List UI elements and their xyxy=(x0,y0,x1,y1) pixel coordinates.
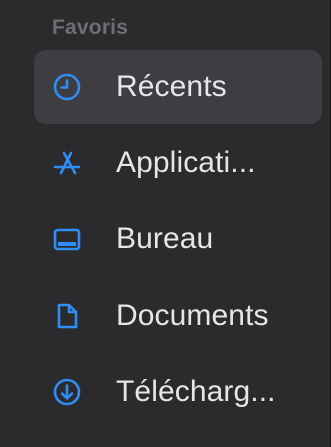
desktop-icon xyxy=(52,224,82,254)
finder-sidebar: Favoris Récents Applicati... Bureau Docu… xyxy=(0,0,331,447)
download-icon xyxy=(52,377,82,407)
sidebar-item-recents[interactable]: Récents xyxy=(34,50,322,124)
sidebar-item-label: Télécharg... xyxy=(116,375,276,408)
sidebar-item-label: Récents xyxy=(116,70,227,103)
document-icon xyxy=(52,301,82,331)
sidebar-item-label: Applicati... xyxy=(116,146,256,179)
section-title-favorites: Favoris xyxy=(52,16,129,39)
sidebar-item-documents[interactable]: Documents xyxy=(34,279,322,353)
sidebar-item-label: Documents xyxy=(116,299,269,332)
sidebar-item-label: Bureau xyxy=(116,222,214,255)
sidebar-item-desktop[interactable]: Bureau xyxy=(34,202,322,276)
app-store-icon xyxy=(52,148,82,178)
clock-icon xyxy=(52,72,82,102)
sidebar-item-applications[interactable]: Applicati... xyxy=(34,126,322,200)
sidebar-item-downloads[interactable]: Télécharg... xyxy=(34,355,322,429)
